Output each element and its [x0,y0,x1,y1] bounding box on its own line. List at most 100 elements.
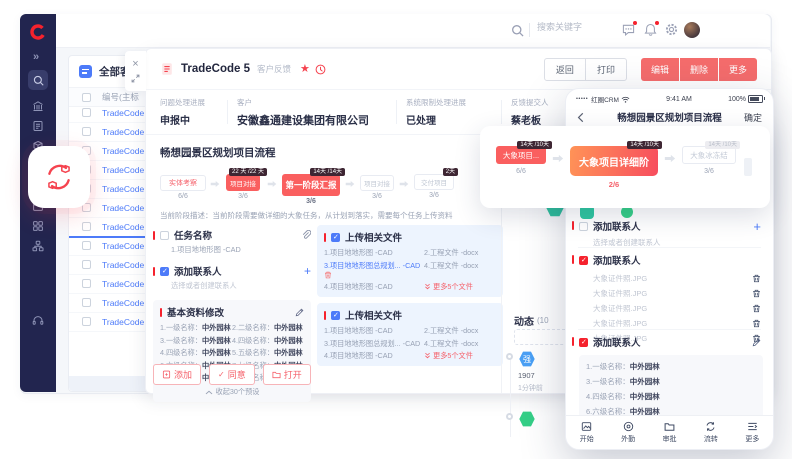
more-files-link[interactable]: 更多5个文件 [424,351,496,361]
flow-stage-current[interactable]: 14天 /14天 第一阶段汇报 3/6 [282,166,340,205]
section-checkbox[interactable] [579,256,588,265]
record-link[interactable]: TradeCode [102,127,144,137]
record-link[interactable]: TradeCode [102,184,144,194]
star-icon[interactable]: ★ [300,64,310,75]
row-checkbox[interactable] [82,279,91,288]
user-avatar[interactable] [684,22,700,38]
section-title: 添加联系人 [593,253,641,267]
open-button[interactable]: 打开 [263,364,311,385]
tab-field-work[interactable]: 外勤 [607,421,648,444]
record-link[interactable]: TradeCode [102,279,144,289]
plus-icon[interactable]: + [304,266,311,276]
tab-start[interactable]: 开始 [566,421,607,444]
timeline-dot [506,413,513,420]
row-checkbox[interactable] [82,108,91,117]
flow-stage[interactable]: 项目对接 3/6 [360,166,394,200]
sidebar-item-search[interactable] [28,70,48,90]
row-checkbox[interactable] [82,298,91,307]
tab-more[interactable]: 更多 [732,421,773,444]
close-icon[interactable]: × [132,59,138,69]
record-link[interactable]: TradeCode [102,260,144,270]
task-title: 添加联系人 [174,264,222,278]
sidebar-item-apps[interactable] [32,220,44,232]
record-link[interactable]: TradeCode [102,203,144,213]
row-checkbox[interactable] [82,317,91,326]
settings-button[interactable] [665,23,678,36]
search-icon[interactable] [511,24,524,37]
tab-flow[interactable]: 流转 [690,421,731,444]
record-link[interactable]: TradeCode [102,317,144,327]
task-card-name[interactable]: 任务名称 1.项目地地形图 -CAD [153,225,311,258]
paperclip-icon[interactable] [301,230,311,240]
confirm-button[interactable]: 确定 [744,111,762,124]
section-checkbox[interactable] [579,338,588,347]
messages-button[interactable] [622,23,635,36]
sidebar-item-report[interactable] [32,120,44,132]
task-checkbox[interactable] [160,267,169,276]
flow-stage-current[interactable]: 14天 /10天 大象项目详细阶 2/6 [570,138,658,189]
detail-footer: 添加 ✓同意 打开 [153,364,311,385]
row-checkbox[interactable] [82,241,91,250]
flow-stage[interactable]: 14天 /10天 大象项目... 6/6 [496,138,546,175]
sidebar-collapse-icon[interactable]: » [33,51,39,63]
record-link[interactable]: TradeCode [102,241,144,251]
section-checkbox[interactable] [579,222,588,231]
pencil-icon[interactable] [295,308,304,317]
task-checkbox[interactable] [160,231,169,240]
row-checkbox[interactable] [82,222,91,231]
trash-icon[interactable] [324,271,332,279]
file-row: 大象证件照.JPG [593,273,761,284]
flow-stage[interactable]: 2天 交付项目 3/6 [414,166,454,199]
trash-icon[interactable] [752,289,761,298]
back-chevron-icon[interactable] [577,112,584,123]
row-checkbox[interactable] [82,260,91,269]
flow-stage[interactable]: 14天 /10天 大象冰冻结 3/6 [682,138,736,175]
task-checkbox[interactable] [331,311,340,320]
flow-stage[interactable]: 实体考察 6/6 [160,166,206,200]
plus-icon[interactable]: + [753,221,761,232]
edit-button[interactable]: 编辑 [641,58,679,81]
more-button[interactable]: 更多 [719,58,757,81]
search-input[interactable] [537,22,627,32]
trash-icon[interactable] [752,304,761,313]
trash-icon[interactable] [752,274,761,283]
sidebar-item-company[interactable] [32,100,44,112]
detail-header: TradeCode 5 客户反馈 ★ 返回 打印 编辑 删除 更多 [146,49,771,89]
record-link[interactable]: TradeCode [102,146,144,156]
row-checkbox[interactable] [82,127,91,136]
upload-card-1[interactable]: 上传相关文件 1.项目地地形图 -CAD 2.工程文件 -docx 3.项目地地… [317,225,503,297]
flow-arrow-icon [345,180,355,188]
upload-card-2[interactable]: 上传相关文件 1.项目地地形图 -CAD 2.工程文件 -docx 3.项目地地… [317,303,503,366]
record-link[interactable]: TradeCode [102,298,144,308]
expand-icon[interactable] [131,74,140,83]
record-link[interactable]: TradeCode [102,222,144,232]
flow-stage[interactable]: 22 天 /22 天 项目对接 3/6 [224,166,262,200]
tab-approval[interactable]: 审批 [649,422,690,444]
pencil-icon[interactable] [752,338,761,347]
flow-arrow-icon [267,180,277,188]
agree-button[interactable]: ✓同意 [209,364,255,385]
collapse-presets[interactable]: 收起30个预设 [160,387,304,397]
task-title: 任务名称 [174,228,212,242]
add-button[interactable]: 添加 [153,364,201,385]
record-link[interactable]: TradeCode [102,165,144,175]
delete-button[interactable]: 删除 [680,58,718,81]
task-card-basic-info[interactable]: 基本资料修改 1.一级名称：中外园林 2.二级名称：中外园林 3.一级名称：中外… [153,300,311,402]
watch-icon[interactable] [315,64,326,75]
flow-arrow-icon [664,154,676,163]
stage-progress: 3/6 [429,192,439,199]
print-button[interactable]: 打印 [585,58,627,81]
task-card-contact[interactable]: 添加联系人+ 选择或者创建联系人 [153,258,311,294]
task-checkbox[interactable] [331,233,340,242]
back-button[interactable]: 返回 [544,58,586,81]
more-files-link[interactable]: 更多5个文件 [424,282,496,292]
phone-section-contact-1[interactable]: 添加联系人+ 选择或者创建联系人 [566,219,773,248]
stage-duration-badge: 2天 [443,168,458,176]
trash-icon[interactable] [752,319,761,328]
sidebar-item-org[interactable] [32,240,44,252]
select-all-checkbox[interactable] [82,93,91,102]
sidebar-item-support[interactable] [32,314,44,326]
phone-section-contact-2[interactable]: 添加联系人 大象证件照.JPG 大象证件照.JPG 大象证件照.JPG 大象证件… [566,253,773,344]
record-link[interactable]: TradeCode [102,108,144,118]
notifications-button[interactable] [644,23,657,36]
